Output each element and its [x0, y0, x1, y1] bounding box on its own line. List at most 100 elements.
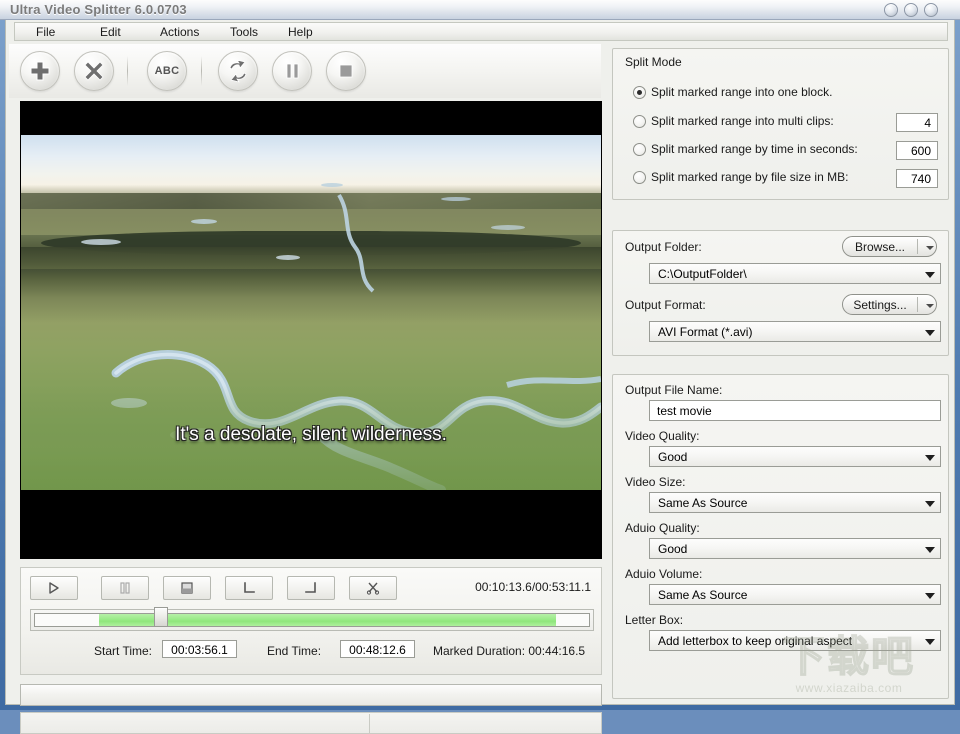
video-size-combo[interactable]: Same As Source — [649, 492, 941, 513]
timeline-trough[interactable] — [34, 613, 590, 627]
chevron-down-icon[interactable] — [925, 547, 935, 553]
multi-clips-value-field[interactable]: 4 — [896, 113, 938, 132]
video-subtitle: It's a desolate, silent wilderness. — [175, 424, 447, 445]
chevron-down-icon[interactable] — [925, 330, 935, 336]
split-option-one-block-label: Split marked range into one block. — [651, 85, 833, 99]
video-size-value: Same As Source — [658, 496, 748, 510]
cut-scissors-icon — [366, 582, 380, 595]
audio-volume-combo[interactable]: Same As Source — [649, 584, 941, 605]
letterbox-combo[interactable]: Add letterbox to keep original aspect — [649, 630, 941, 651]
chevron-down-icon[interactable] — [925, 593, 935, 599]
bottom-progress-bar — [20, 684, 602, 706]
start-time-field[interactable]: 00:03:56.1 — [162, 640, 237, 658]
pause-button-player[interactable] — [101, 576, 149, 600]
video-quality-combo[interactable]: Good — [649, 446, 941, 467]
subtitle-abc-button[interactable]: ABC — [147, 51, 187, 91]
window-title: Ultra Video Splitter 6.0.0703 — [10, 2, 187, 17]
letterbox-label: Letter Box: — [625, 613, 684, 627]
play-button[interactable] — [30, 576, 78, 600]
cut-button[interactable] — [349, 576, 397, 600]
marked-duration-label: Marked Duration: 00:44:16.5 — [433, 644, 586, 658]
stop-button[interactable] — [326, 51, 366, 91]
split-option-by-time-label: Split marked range by time in seconds: — [651, 142, 858, 156]
audio-volume-label: Aduio Volume: — [625, 567, 703, 581]
toolbar-separator — [127, 56, 128, 86]
audio-quality-combo[interactable]: Good — [649, 538, 941, 559]
audio-quality-value: Good — [658, 542, 688, 556]
letterbox-value: Add letterbox to keep original aspect — [658, 634, 853, 648]
radio-by-time-icon[interactable] — [633, 143, 646, 156]
radio-multi-clips-icon[interactable] — [633, 115, 646, 128]
abc-icon: ABC — [154, 65, 180, 77]
browse-button-divider — [917, 239, 918, 254]
toolbar-separator-2 — [201, 56, 202, 86]
chevron-down-icon[interactable] — [925, 272, 935, 278]
stop-icon — [181, 582, 193, 594]
split-mode-title: Split Mode — [625, 55, 682, 69]
status-bar — [20, 712, 602, 734]
chevron-down-icon[interactable] — [926, 304, 934, 308]
browse-button[interactable]: Browse... — [842, 236, 937, 257]
toolbar: ABC — [9, 44, 601, 98]
close-button[interactable] — [924, 3, 938, 17]
client-area: File Edit Actions Tools Help ABC It's a … — [5, 20, 955, 734]
plus-icon — [30, 61, 50, 81]
chevron-down-icon[interactable] — [925, 639, 935, 645]
remove-file-button[interactable] — [74, 51, 114, 91]
mark-start-button[interactable] — [225, 576, 273, 600]
by-size-value-field[interactable]: 740 — [896, 169, 938, 188]
menu-bar: File Edit Actions Tools Help — [14, 22, 948, 41]
split-option-multi-clips-label: Split marked range into multi clips: — [651, 114, 834, 128]
output-file-group: Output File Name: test movie Video Quali… — [612, 374, 949, 699]
output-folder-combo[interactable]: C:\OutputFolder\ — [649, 263, 941, 284]
close-x-icon — [84, 61, 104, 81]
end-time-field[interactable]: 00:48:12.6 — [340, 640, 415, 658]
output-file-name-field[interactable]: test movie — [649, 400, 941, 421]
output-file-name-label: Output File Name: — [625, 383, 723, 397]
audio-quality-label: Aduio Quality: — [625, 521, 700, 535]
add-file-button[interactable] — [20, 51, 60, 91]
pause-icon — [286, 63, 299, 79]
mark-start-icon — [244, 582, 255, 593]
timeline-thumb[interactable] — [154, 607, 169, 627]
settings-button[interactable]: Settings... — [842, 294, 937, 315]
menu-item-tools[interactable]: Tools — [223, 25, 265, 40]
menu-item-file[interactable]: File — [29, 25, 62, 40]
right-panel: Split Mode Split marked range into one b… — [608, 44, 953, 699]
video-quality-label: Video Quality: — [625, 429, 700, 443]
browse-button-label: Browse... — [854, 240, 905, 254]
convert-button[interactable] — [218, 51, 258, 91]
audio-volume-value: Same As Source — [658, 588, 748, 602]
end-time-label: End Time: — [267, 644, 322, 658]
output-format-combo[interactable]: AVI Format (*.avi) — [649, 321, 941, 342]
pause-button[interactable] — [272, 51, 312, 91]
chevron-down-icon[interactable] — [926, 246, 934, 250]
start-time-label: Start Time: — [94, 644, 153, 658]
title-bar: Ultra Video Splitter 6.0.0703 — [0, 0, 960, 20]
menu-item-actions[interactable]: Actions — [153, 25, 206, 40]
chevron-down-icon[interactable] — [925, 501, 935, 507]
output-folder-label: Output Folder: — [625, 240, 702, 254]
maximize-button[interactable] — [904, 3, 918, 17]
output-destination-group: Output Folder: Browse... C:\OutputFolder… — [612, 230, 949, 356]
radio-one-block-icon[interactable] — [633, 86, 646, 99]
output-format-value: AVI Format (*.avi) — [658, 325, 753, 339]
video-preview[interactable]: It's a desolate, silent wilderness. — [20, 101, 602, 559]
play-icon — [49, 582, 59, 594]
convert-refresh-icon — [229, 59, 247, 83]
stop-icon — [339, 64, 353, 78]
split-option-by-size-label: Split marked range by file size in MB: — [651, 170, 849, 184]
mark-end-button[interactable] — [287, 576, 335, 600]
chevron-down-icon[interactable] — [925, 455, 935, 461]
radio-by-size-icon[interactable] — [633, 171, 646, 184]
stop-button-player[interactable] — [163, 576, 211, 600]
left-panel: ABC It's a desolate, silent wilderness. … — [9, 44, 602, 734]
menu-item-help[interactable]: Help — [281, 25, 320, 40]
application-window: Ultra Video Splitter 6.0.0703 File Edit … — [0, 0, 960, 734]
split-mode-group: Split Mode Split marked range into one b… — [612, 48, 949, 200]
timeline-slider[interactable] — [30, 607, 594, 631]
by-time-value-field[interactable]: 600 — [896, 141, 938, 160]
menu-item-edit[interactable]: Edit — [93, 25, 128, 40]
video-quality-value: Good — [658, 450, 688, 464]
minimize-button[interactable] — [884, 3, 898, 17]
